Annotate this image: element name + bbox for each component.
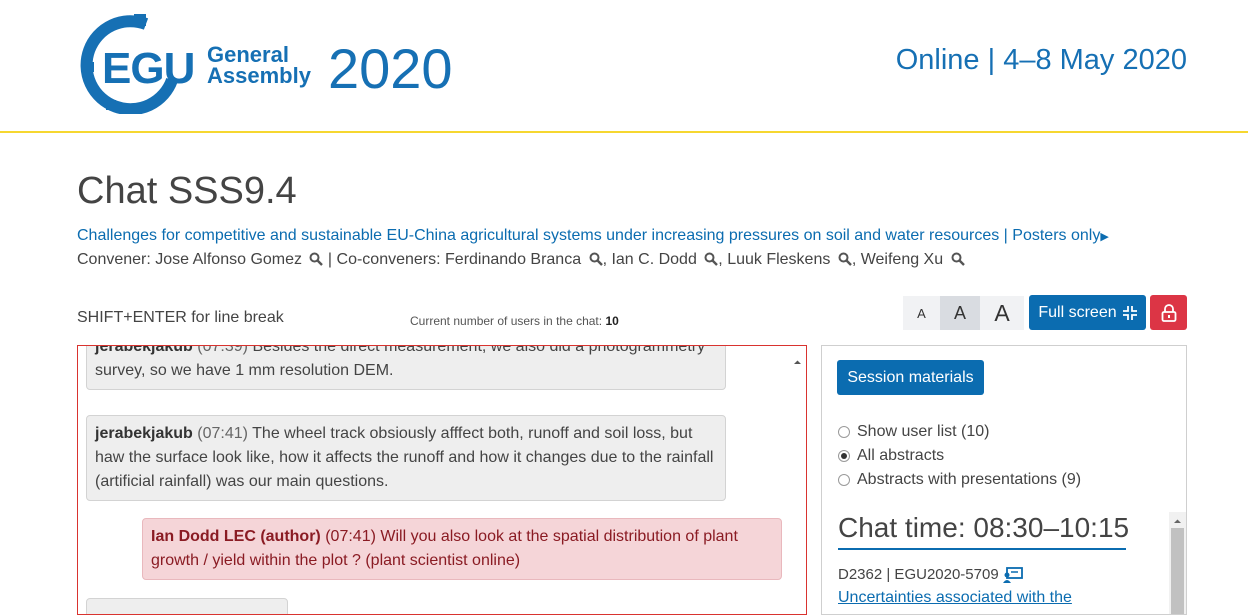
search-icon[interactable]	[951, 252, 965, 266]
radio-show-user-list[interactable]: Show user list (10)	[838, 423, 990, 441]
conveners-line: Convener: Jose Alfonso Gomez | Co-conven…	[77, 251, 965, 269]
coconvener-fleskens: , Luuk Fleskens	[718, 251, 831, 268]
chat-message: jerabekjakub (07:41) The wheel track obs…	[86, 415, 726, 501]
event-dates: Online | 4–8 May 2020	[895, 44, 1187, 76]
line-break-hint: SHIFT+ENTER for line break	[77, 309, 284, 326]
logo-year: 2020	[328, 37, 453, 100]
abstract-title-link[interactable]: Uncertainties associated with the	[838, 589, 1072, 607]
scrollbar-thumb[interactable]	[1171, 528, 1184, 614]
radio-label: Abstracts with presentations (9)	[857, 471, 1082, 488]
search-icon[interactable]	[589, 252, 603, 266]
fullscreen-label: Full screen	[1038, 303, 1117, 321]
font-large-button[interactable]: A	[980, 296, 1024, 330]
search-icon[interactable]	[838, 252, 852, 266]
convener-text: Convener: Jose Alfonso Gomez	[77, 251, 303, 268]
compress-icon	[1122, 305, 1137, 320]
scroll-up-icon[interactable]	[1169, 514, 1186, 528]
search-icon[interactable]	[309, 252, 324, 266]
message-time: (07:39)	[197, 345, 248, 355]
egu-logo[interactable]: EGU General Assembly 2020	[76, 14, 476, 114]
message-time: (07:41)	[325, 528, 376, 545]
caret-right-icon: ▶	[1100, 231, 1109, 243]
radio-label: Show user list (10)	[857, 423, 990, 440]
page-title: Chat SSS9.4	[77, 170, 297, 212]
message-author[interactable]: jerabekjakub	[95, 346, 193, 355]
message-time: (07:41)	[197, 425, 248, 442]
logo-egu-text: EGU	[102, 44, 195, 93]
radio-button[interactable]	[838, 426, 850, 438]
site-header: EGU General Assembly 2020 Online | 4–8 M…	[0, 0, 1248, 133]
session-sidebar: Session materials Show user list (10) Al…	[821, 345, 1187, 615]
sidebar-scrollbar[interactable]	[1169, 512, 1186, 614]
font-size-group: A A A	[903, 296, 1024, 330]
fullscreen-button[interactable]: Full screen	[1029, 295, 1146, 330]
coconveners-text: | Co-conveners: Ferdinando Branca	[327, 251, 582, 268]
chat-scrollbar[interactable]	[789, 346, 806, 614]
message-author[interactable]: jerabekjakub	[95, 425, 193, 442]
user-count: Current number of users in the chat: 10	[410, 314, 619, 328]
logo-assembly: Assembly	[207, 63, 311, 88]
chat-message: jerabekjakub (07:39) Besides the direct …	[86, 345, 726, 390]
chat-time-heading: Chat time: 08:30–10:15	[838, 512, 1129, 550]
radio-label: All abstracts	[857, 447, 945, 464]
lock-button[interactable]	[1150, 295, 1187, 330]
message-author[interactable]: Ian Dodd LEC (author)	[151, 528, 321, 545]
radio-all-abstracts[interactable]: All abstracts	[838, 447, 944, 465]
scroll-up-icon[interactable]	[789, 354, 806, 371]
presentation-icon[interactable]	[1002, 566, 1023, 583]
chat-message	[86, 598, 288, 614]
lock-icon	[1161, 303, 1176, 322]
abstract-id-line: D2362 | EGU2020-5709	[838, 566, 1023, 583]
session-title-link[interactable]: Challenges for competitive and sustainab…	[77, 227, 1109, 245]
coconvener-xu: , Weifeng Xu	[851, 251, 944, 268]
chat-messages-panel[interactable]: jerabekjakub (07:39) Besides the direct …	[77, 345, 807, 615]
session-title-text[interactable]: Challenges for competitive and sustainab…	[77, 227, 1100, 244]
user-count-value: 10	[605, 314, 619, 328]
chat-message-author: Ian Dodd LEC (author) (07:41) Will you a…	[142, 518, 782, 580]
font-small-button[interactable]: A	[903, 296, 940, 330]
user-count-label: Current number of users in the chat:	[410, 314, 603, 328]
radio-abstracts-with-presentations[interactable]: Abstracts with presentations (9)	[838, 471, 1081, 489]
session-materials-button[interactable]: Session materials	[837, 360, 984, 395]
font-medium-button[interactable]: A	[940, 296, 980, 330]
coconvener-dodd: , Ian C. Dodd	[602, 251, 697, 268]
search-icon[interactable]	[704, 252, 719, 266]
abstract-id: D2362 | EGU2020-5709	[838, 566, 999, 583]
radio-button-selected[interactable]	[838, 450, 850, 462]
logo-ga-text: General Assembly	[207, 44, 311, 88]
radio-button[interactable]	[838, 474, 850, 486]
